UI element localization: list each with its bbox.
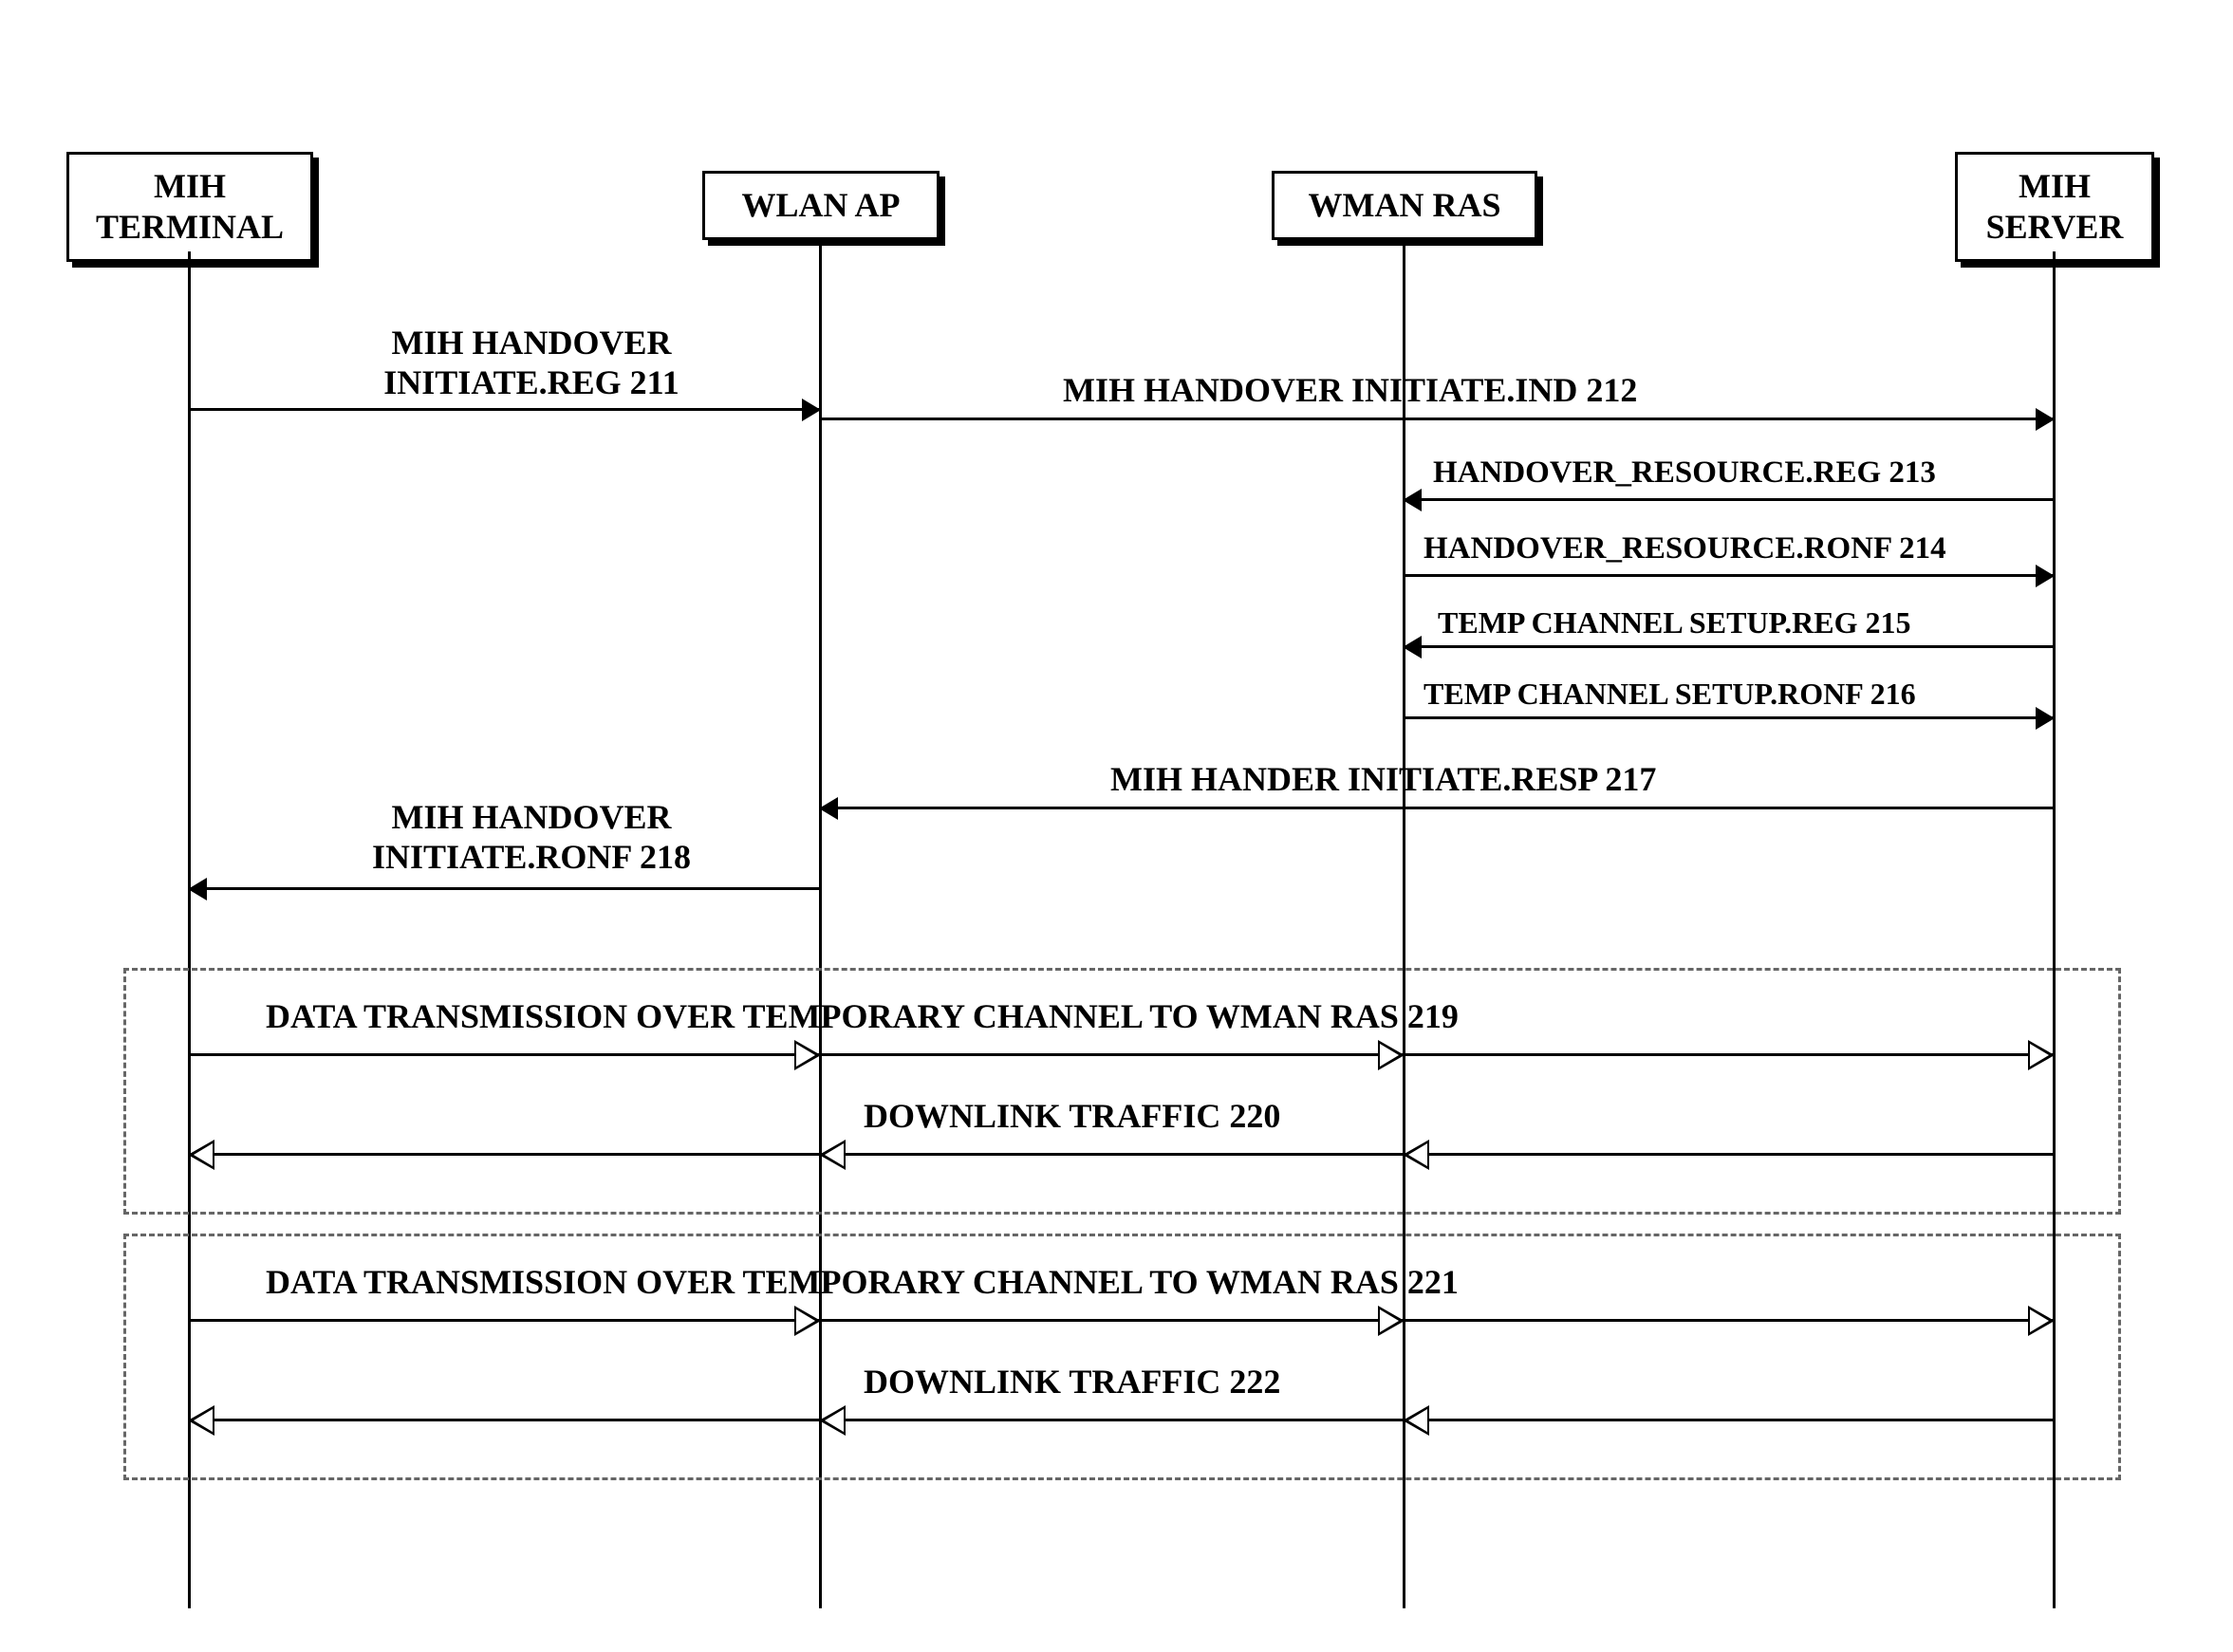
msg-217-label: MIH HANDER INITIATE.RESP 217: [1110, 759, 1656, 799]
msg-222-label: DOWNLINK TRAFFIC 222: [864, 1362, 1280, 1401]
msg-221-head-wlan: [791, 1319, 819, 1347]
msg-220-head-terminal: [190, 1153, 218, 1181]
msg-222-head-terminal: [190, 1419, 218, 1447]
msg-219-line: [190, 1053, 2053, 1056]
msg-213-label: HANDOVER_RESOURCE.REG 213: [1433, 455, 1936, 491]
msg-222-head-wlan: [821, 1419, 849, 1447]
msg-221-head-server: [2024, 1319, 2053, 1347]
msg-214-label: HANDOVER_RESOURCE.RONF 214: [1424, 531, 1946, 566]
msg-215-arrow: [1405, 645, 2053, 648]
actor-wlan-ap: WLAN AP: [702, 171, 940, 240]
msg-219-head-wlan: [791, 1053, 819, 1082]
msg-220-head-wman: [1405, 1153, 1433, 1181]
msg-222-head-wman: [1405, 1419, 1433, 1447]
msg-218-arrow: [190, 887, 819, 890]
msg-221-label: DATA TRANSMISSION OVER TEMPORARY CHANNEL…: [266, 1262, 1459, 1302]
msg-222-line: [190, 1419, 2053, 1421]
actor-mih-terminal: MIH TERMINAL: [66, 152, 313, 262]
msg-220-line: [190, 1153, 2053, 1156]
msg-214-arrow: [1405, 574, 2053, 577]
msg-221-line: [190, 1319, 2053, 1322]
msg-216-arrow: [1405, 716, 2053, 719]
msg-216-label: TEMP CHANNEL SETUP.RONF 216: [1424, 677, 1916, 712]
msg-220-head-wlan: [821, 1153, 849, 1181]
msg-219-head-wman: [1374, 1053, 1403, 1082]
msg-212-arrow: [821, 418, 2053, 420]
actor-mih-server: MIH SERVER: [1955, 152, 2154, 262]
msg-219-label: DATA TRANSMISSION OVER TEMPORARY CHANNEL…: [266, 996, 1459, 1036]
msg-213-arrow: [1405, 498, 2053, 501]
msg-217-arrow: [821, 807, 2053, 809]
msg-211-arrow: [190, 408, 819, 411]
sequence-diagram: MIH TERMINAL WLAN AP WMAN RAS MIH SERVER…: [38, 38, 2195, 1614]
msg-212-label: MIH HANDOVER INITIATE.IND 212: [1063, 370, 1637, 410]
msg-221-head-wman: [1374, 1319, 1403, 1347]
msg-218-label: MIH HANDOVER INITIATE.RONF 218: [285, 797, 778, 877]
actor-wman-ras: WMAN RAS: [1272, 171, 1537, 240]
msg-211-label: MIH HANDOVER INITIATE.REG 211: [294, 323, 769, 402]
msg-220-label: DOWNLINK TRAFFIC 220: [864, 1096, 1280, 1136]
msg-219-head-server: [2024, 1053, 2053, 1082]
msg-215-label: TEMP CHANNEL SETUP.REG 215: [1438, 605, 1910, 640]
